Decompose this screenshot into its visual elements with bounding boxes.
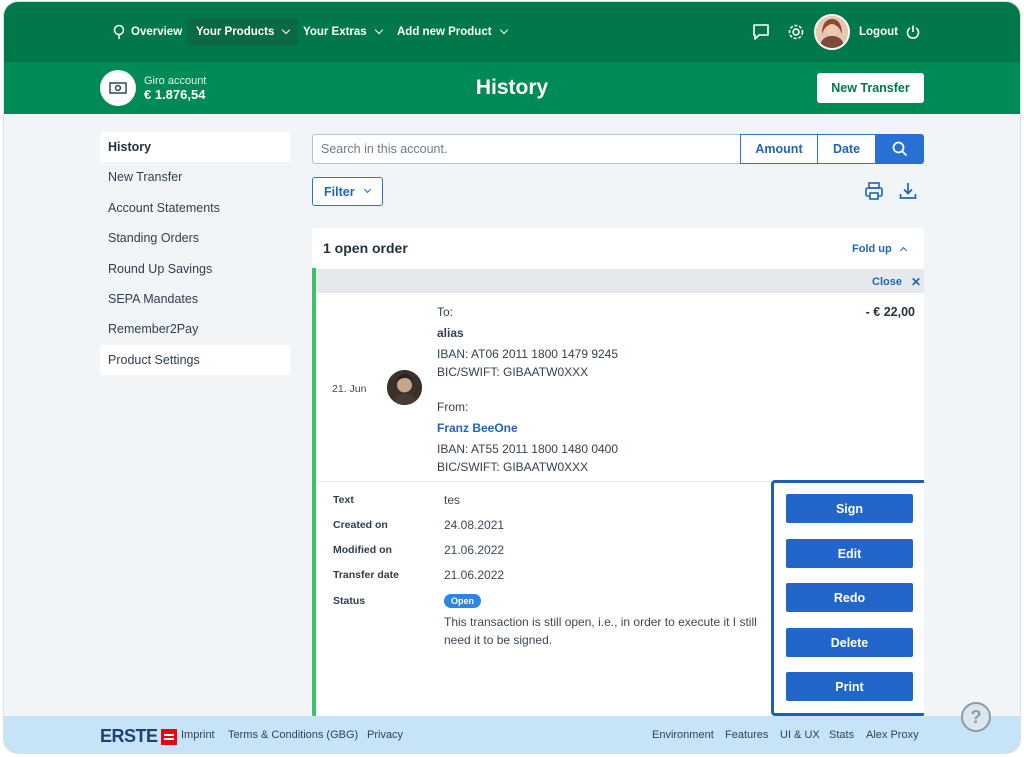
footer: ERSTE Imprint Terms & Conditions (GBG) P… [4,716,1020,753]
sender-bic: BIC/SWIFT: GIBAATW0XXX [437,460,589,474]
user-avatar[interactable] [814,14,850,50]
transaction-amount: - € 22,00 [865,305,915,319]
open-status-bar [312,268,316,718]
avatar-portrait-icon [816,16,848,48]
sidebar-item-round-up-savings[interactable]: Round Up Savings [100,254,290,284]
nav-overview-label: Overview [131,26,183,38]
logout-button[interactable]: Logout [850,18,930,46]
from-label: From: [437,400,469,414]
close-label: Close [872,276,902,288]
text-label: Text [333,494,354,506]
search-input[interactable]: Search in this account. [312,134,741,164]
footer-features-link[interactable]: Features [725,729,768,741]
sidebar-item-product-settings[interactable]: Product Settings [100,344,290,375]
status-badge: Open [444,594,481,608]
transfer-date-label: Transfer date [333,569,399,581]
sidebar-item-sepa-mandates[interactable]: SEPA Mandates [100,284,290,314]
status-label: Status [333,595,366,607]
erste-wordmark: ERSTE [100,726,158,746]
account-header: Giro account € 1.876,54 History New Tran… [4,62,1020,114]
delete-button[interactable]: Delete [786,628,913,657]
sidebar-item-history[interactable]: History [100,132,290,162]
download-icon[interactable] [897,180,919,202]
help-icon[interactable]: ? [961,702,991,732]
nav-your-products-label: Your Products [196,26,275,38]
nav-add-new-product-label: Add new Product [397,26,492,38]
to-label: To: [437,305,454,319]
nav-your-extras[interactable]: Your Extras [294,18,391,46]
order-card-header: 1 open order Fold up [312,228,924,268]
fold-up-button[interactable]: Fold up [852,243,907,255]
transfer-date-value: 21.06.2022 [444,568,505,582]
fold-up-label: Fold up [852,243,892,255]
sidebar-item-new-transfer[interactable]: New Transfer [100,162,290,192]
order-actions-panel: Sign Edit Redo Delete Print [771,480,924,716]
footer-imprint-link[interactable]: Imprint [181,729,215,741]
erste-logo: ERSTE [100,726,177,747]
modified-on-label: Modified on [333,544,392,556]
sign-button[interactable]: Sign [786,494,913,523]
top-navigation: Overview Your Products Your Extras Add n… [4,2,1020,62]
close-icon: ✕ [910,275,922,289]
chevron-down-icon [499,25,508,35]
nav-add-new-product[interactable]: Add new Product [388,18,516,46]
created-on-label: Created on [333,519,388,531]
modified-on-value: 21.06.2022 [444,543,505,557]
erste-logo-mark-icon [160,728,177,745]
recipient-iban: IBAN: AT06 2011 1800 1479 9245 [437,347,619,361]
nav-overview[interactable]: Overview [104,18,191,46]
chevron-up-icon [899,246,907,255]
chat-icon[interactable] [751,22,771,42]
chevron-down-icon [374,25,383,35]
order-card-title: 1 open order [323,240,408,256]
search-icon [892,141,907,157]
footer-stats-link[interactable]: Stats [829,729,854,741]
date-filter-button[interactable]: Date [817,134,876,164]
sender-name-link[interactable]: Franz BeeOne [437,421,518,435]
logout-power-icon [906,25,920,39]
close-strip: Close ✕ [316,269,924,293]
text-value: tes [444,493,461,507]
close-button[interactable]: Close ✕ [872,275,921,289]
app-frame: Overview Your Products Your Extras Add n… [4,2,1020,753]
sidebar-item-account-statements[interactable]: Account Statements [100,193,290,223]
gear-icon[interactable] [786,22,806,42]
footer-terms-link[interactable]: Terms & Conditions (GBG) [228,729,358,741]
sidebar-item-remember2pay[interactable]: Remember2Pay [100,314,290,344]
amount-filter-button[interactable]: Amount [740,134,818,164]
redo-button[interactable]: Redo [786,583,913,612]
created-on-value: 24.08.2021 [444,518,505,532]
footer-privacy-link[interactable]: Privacy [367,729,403,741]
logout-label: Logout [859,26,898,38]
printer-icon[interactable] [863,180,885,202]
transaction-date: 21. Jun [332,383,367,395]
search-button[interactable] [875,134,924,164]
recipient-portrait-icon [387,370,422,405]
sidebar-item-standing-orders[interactable]: Standing Orders [100,223,290,253]
footer-ui-ux-link[interactable]: UI & UX [780,729,820,741]
edit-button[interactable]: Edit [786,539,913,568]
chevron-down-icon [282,25,291,35]
print-button[interactable]: Print [786,672,913,701]
nav-your-extras-label: Your Extras [303,26,367,38]
sidebar-nav: History New Transfer Account Statements … [100,132,290,375]
recipient-bic: BIC/SWIFT: GIBAATW0XXX [437,365,589,379]
status-description: This transaction is still open, i.e., in… [444,615,757,647]
filter-dropdown[interactable]: Filter [312,177,383,206]
chevron-down-icon [363,185,371,194]
footer-environment-link[interactable]: Environment [652,729,714,741]
new-transfer-button[interactable]: New Transfer [817,73,924,103]
nav-your-products[interactable]: Your Products [187,18,299,46]
recipient-avatar [387,370,422,405]
open-order-card: 1 open order Fold up Close ✕ 21. Jun - €… [312,228,924,718]
filter-label: Filter [324,184,355,199]
recipient-name: alias [437,326,464,340]
footer-alex-proxy-link[interactable]: Alex Proxy [866,729,919,741]
sender-iban: IBAN: AT55 2011 1800 1480 0400 [437,442,619,456]
location-pin-icon [113,24,125,39]
